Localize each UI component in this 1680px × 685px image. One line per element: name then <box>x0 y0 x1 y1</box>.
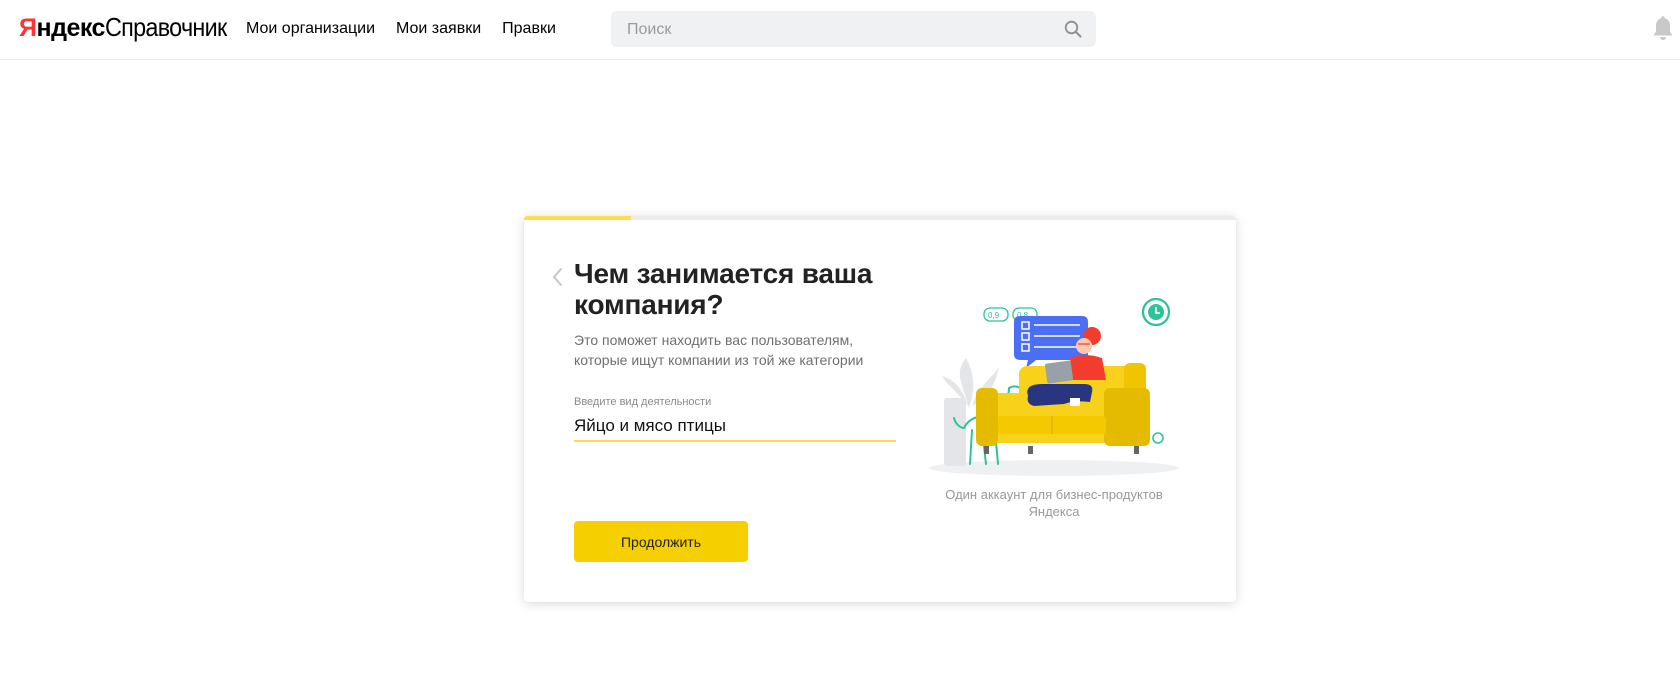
nav-edits[interactable]: Правки <box>502 18 556 40</box>
yandex-spravochnik-logo[interactable]: Яндекс Справочник <box>19 12 240 46</box>
bell-icon[interactable] <box>1652 16 1674 42</box>
activity-input[interactable] <box>574 412 896 440</box>
nav-my-organizations[interactable]: Мои организации <box>246 18 375 40</box>
progress-fill <box>524 216 631 220</box>
top-header: Яндекс Справочник Мои организации Мои зая… <box>0 0 1680 60</box>
search-input[interactable] <box>625 11 1049 49</box>
badge-1-text: 0,9 <box>988 311 1000 320</box>
nav-my-requests[interactable]: Мои заявки <box>396 18 481 40</box>
sofa-illustration: 0,9 0,8 <box>929 297 1179 476</box>
logo-spravochnik: Справочник <box>104 12 227 42</box>
onboarding-card: Чем занимается ваша компания? Это поможе… <box>524 216 1236 602</box>
illustration-caption: Один аккаунт для бизнес-продуктов Яндекс… <box>945 487 1163 519</box>
search-bar <box>611 11 1096 49</box>
continue-button[interactable]: Продолжить <box>574 521 748 562</box>
main-nav: Мои организации Мои заявки Правки <box>246 18 556 40</box>
activity-field <box>574 412 896 442</box>
back-chevron-icon[interactable] <box>550 266 564 288</box>
page-title: Чем занимается ваша компания? <box>574 258 873 320</box>
search-icon[interactable] <box>1064 20 1082 38</box>
progress-track <box>524 216 1236 220</box>
activity-field-label: Введите вид деятельности <box>574 396 712 408</box>
page-subtitle: Это поможет находить вас пользователям, … <box>574 332 864 368</box>
logo-yandex: Яндекс <box>19 14 105 42</box>
